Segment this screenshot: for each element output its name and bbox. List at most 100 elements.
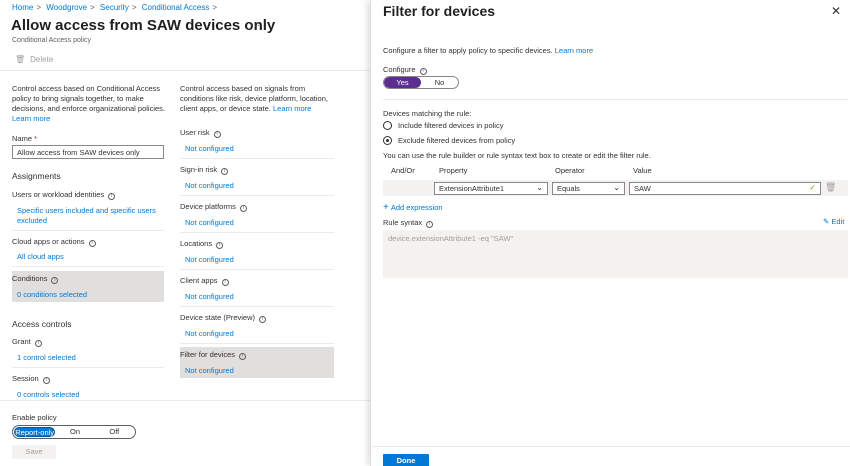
breadcrumb: Home > Woodgrove > Security > Conditional A… (12, 3, 220, 12)
rule-syntax-label-text: Rule syntax (383, 218, 423, 227)
pencil-icon: ✎ (823, 217, 830, 226)
name-label-text: Name (12, 134, 33, 143)
edit-label: Edit (831, 217, 845, 226)
policy-description: Control access based on Conditional Acce… (12, 84, 167, 124)
close-icon[interactable]: ✕ (831, 4, 841, 18)
condition-label-text: User risk (180, 128, 210, 137)
info-icon[interactable]: i (213, 131, 221, 138)
divider (180, 306, 334, 307)
off-option[interactable]: Off (95, 427, 134, 437)
breadcrumb-woodgrove[interactable]: Woodgrove (46, 3, 87, 12)
chevron-down-icon: ⌄ (536, 183, 543, 192)
breadcrumb-security[interactable]: Security (100, 3, 129, 12)
add-expression-button[interactable]: + Add expression (383, 202, 443, 213)
rule-syntax-box[interactable]: device.extensionAttribute1 -eq "SAW" (383, 230, 848, 278)
info-icon[interactable]: i (34, 340, 42, 347)
on-option[interactable]: On (55, 427, 94, 437)
breadcrumb-separator: > (36, 3, 42, 12)
condition-value-link[interactable]: Not configured (185, 218, 234, 227)
configure-toggle[interactable]: Yes No (383, 76, 459, 89)
breadcrumb-separator: > (131, 3, 137, 12)
edit-button[interactable]: ✎ Edit (823, 217, 844, 226)
policy-name-input[interactable]: Allow access from SAW devices only (12, 145, 164, 159)
trash-icon: 🗑 (15, 55, 26, 64)
no-option[interactable]: No (421, 77, 458, 88)
breadcrumb-conditional-access[interactable]: Conditional Access (142, 3, 210, 12)
condition-label-text: Locations (180, 239, 213, 248)
condition-value-link[interactable]: Not configured (185, 181, 234, 190)
cloud-apps-label: Cloud apps or actions i (12, 237, 96, 247)
condition-label: Device state (Preview) i (180, 313, 267, 323)
breadcrumb-home[interactable]: Home (12, 3, 33, 12)
enable-policy-label: Enable policy (12, 413, 57, 422)
info-icon[interactable]: i (426, 221, 434, 228)
info-icon[interactable]: i (259, 316, 267, 323)
condition-value-link[interactable]: Not configured (185, 329, 234, 338)
session-label: Session i (12, 374, 50, 384)
divider (180, 195, 334, 196)
panel-title: Filter for devices (383, 3, 496, 19)
panel-learn-more-link[interactable]: Learn more (555, 46, 593, 55)
session-value-link[interactable]: 0 controls selected (17, 390, 80, 399)
done-button[interactable]: Done (383, 454, 429, 466)
operator-value: Equals (557, 184, 580, 193)
conditions-value-link[interactable]: 0 conditions selected (17, 290, 87, 299)
include-radio[interactable]: Include filtered devices in policy (383, 121, 503, 130)
info-icon[interactable]: i (239, 205, 247, 212)
operator-dropdown[interactable]: Equals ⌄ (552, 182, 625, 195)
conditions-label-text: Conditions (12, 274, 48, 283)
grant-label: Grant i (12, 337, 42, 347)
info-icon[interactable]: i (221, 279, 229, 286)
info-icon[interactable]: i (216, 242, 224, 249)
report-only-option[interactable]: Report-only (14, 427, 56, 437)
filter-panel: Filter for devices ✕ Configure a filter … (370, 0, 850, 466)
divider (12, 266, 164, 267)
include-label: Include filtered devices in policy (398, 121, 504, 130)
condition-label-text: Device state (Preview) (180, 313, 256, 322)
divider (180, 232, 334, 233)
info-icon[interactable]: i (42, 377, 50, 384)
delete-row-icon[interactable]: 🗑 (825, 182, 836, 194)
exclude-label: Exclude filtered devices from policy (398, 136, 516, 145)
name-label: Name * (12, 134, 37, 143)
more-options-icon[interactable]: ··· (250, 20, 260, 31)
users-label: Users or workload identities i (12, 190, 116, 200)
learn-more-link[interactable]: Learn more (12, 114, 50, 123)
condition-label: Filter for devices i (180, 350, 247, 360)
divider (0, 400, 370, 401)
radio-circle (383, 121, 392, 130)
info-icon[interactable]: i (51, 277, 59, 284)
column-operator: Operator (555, 166, 585, 175)
info-icon[interactable]: i (419, 68, 427, 75)
info-icon[interactable]: i (221, 168, 229, 175)
required-marker: * (34, 134, 38, 143)
condition-label: Device platforms i (180, 202, 247, 212)
condition-label-text: Filter for devices (180, 350, 236, 359)
configure-label-text: Configure (383, 65, 416, 74)
enable-policy-toggle[interactable]: Report-only On Off (12, 425, 136, 439)
divider (383, 99, 848, 100)
info-icon[interactable]: i (88, 240, 96, 247)
condition-value-link[interactable]: Not configured (185, 292, 234, 301)
cloud-apps-value-link[interactable]: All cloud apps (17, 252, 64, 261)
property-dropdown[interactable]: ExtensionAttribute1 ⌄ (434, 182, 548, 195)
rule-syntax-label: Rule syntax i (383, 218, 434, 228)
exclude-radio[interactable]: Exclude filtered devices from policy (383, 136, 515, 145)
checkmark-icon: ✓ (809, 183, 816, 192)
yes-option[interactable]: Yes (384, 77, 421, 88)
users-value-link[interactable]: Specific users included and specific use… (17, 206, 162, 226)
column-and-or: And/Or (391, 166, 415, 175)
condition-value-link[interactable]: Not configured (185, 366, 234, 375)
condition-value-link[interactable]: Not configured (185, 255, 234, 264)
breadcrumb-separator: > (90, 3, 95, 12)
grant-value-link[interactable]: 1 control selected (17, 353, 76, 362)
conditions-learn-more-link[interactable]: Learn more (273, 104, 311, 113)
value-input[interactable]: SAW ✓ (629, 182, 821, 195)
save-button[interactable]: Save (12, 445, 56, 459)
info-icon[interactable]: i (239, 353, 247, 360)
condition-value-link[interactable]: Not configured (185, 144, 234, 153)
info-icon[interactable]: i (108, 193, 116, 200)
policy-description-text: Control access based on Conditional Acce… (12, 84, 166, 113)
delete-button[interactable]: 🗑 Delete (15, 55, 53, 64)
configure-label: Configure i (383, 65, 427, 75)
